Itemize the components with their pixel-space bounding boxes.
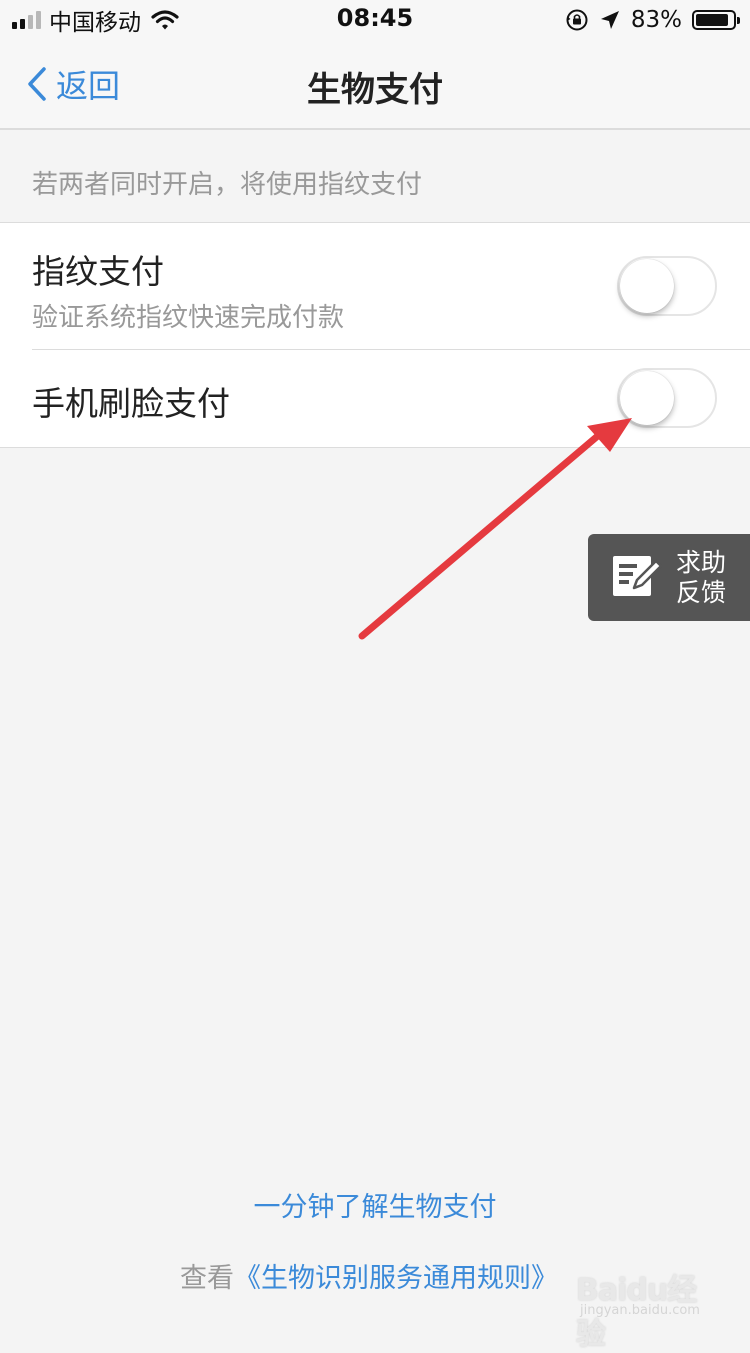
- status-bar: 中国移动 08:45 83%: [0, 0, 750, 40]
- help-feedback-button[interactable]: 求助 反馈: [588, 534, 750, 621]
- face-pay-title: 手机刷脸支付: [32, 384, 230, 423]
- watermark-url: jingyan.baidu.com: [580, 1303, 700, 1318]
- fingerprint-pay-title: 指纹支付: [32, 252, 164, 291]
- orientation-lock-icon: [566, 9, 588, 31]
- toggle-knob: [620, 259, 674, 313]
- help-label-line1: 求助: [676, 548, 727, 577]
- help-feedback-label: 求助 反馈: [676, 548, 726, 608]
- battery-percent: 83%: [630, 7, 682, 33]
- biometric-settings-group: 指纹支付 验证系统指纹快速完成付款 手机刷脸支付: [0, 222, 750, 448]
- service-rules-line: 查看《生物识别服务通用规则》: [180, 1256, 558, 1295]
- section-hint: 若两者同时开启，将使用指纹支付: [32, 170, 423, 200]
- status-right: 83%: [565, 6, 740, 34]
- fingerprint-pay-toggle[interactable]: [617, 256, 717, 316]
- location-arrow-icon: [600, 11, 619, 29]
- help-label-line2: 反馈: [676, 578, 727, 607]
- service-rules-link[interactable]: 《生物识别服务通用规则》: [234, 1263, 558, 1294]
- edit-note-icon: [613, 556, 662, 596]
- row-divider: [32, 349, 750, 350]
- page-title: 生物支付: [307, 70, 443, 110]
- toggle-knob: [620, 371, 674, 425]
- fingerprint-pay-subtitle: 验证系统指纹快速完成付款: [32, 303, 345, 333]
- navigation-bar: 返回 生物支付: [0, 40, 750, 130]
- baidu-watermark: Baidu经验 jingyan.baidu.com: [576, 1265, 716, 1352]
- learn-bio-pay-link[interactable]: 一分钟了解生物支付: [0, 1185, 750, 1224]
- rules-prefix: 查看: [180, 1263, 234, 1294]
- face-pay-toggle[interactable]: [617, 368, 717, 428]
- battery-icon: [692, 10, 740, 30]
